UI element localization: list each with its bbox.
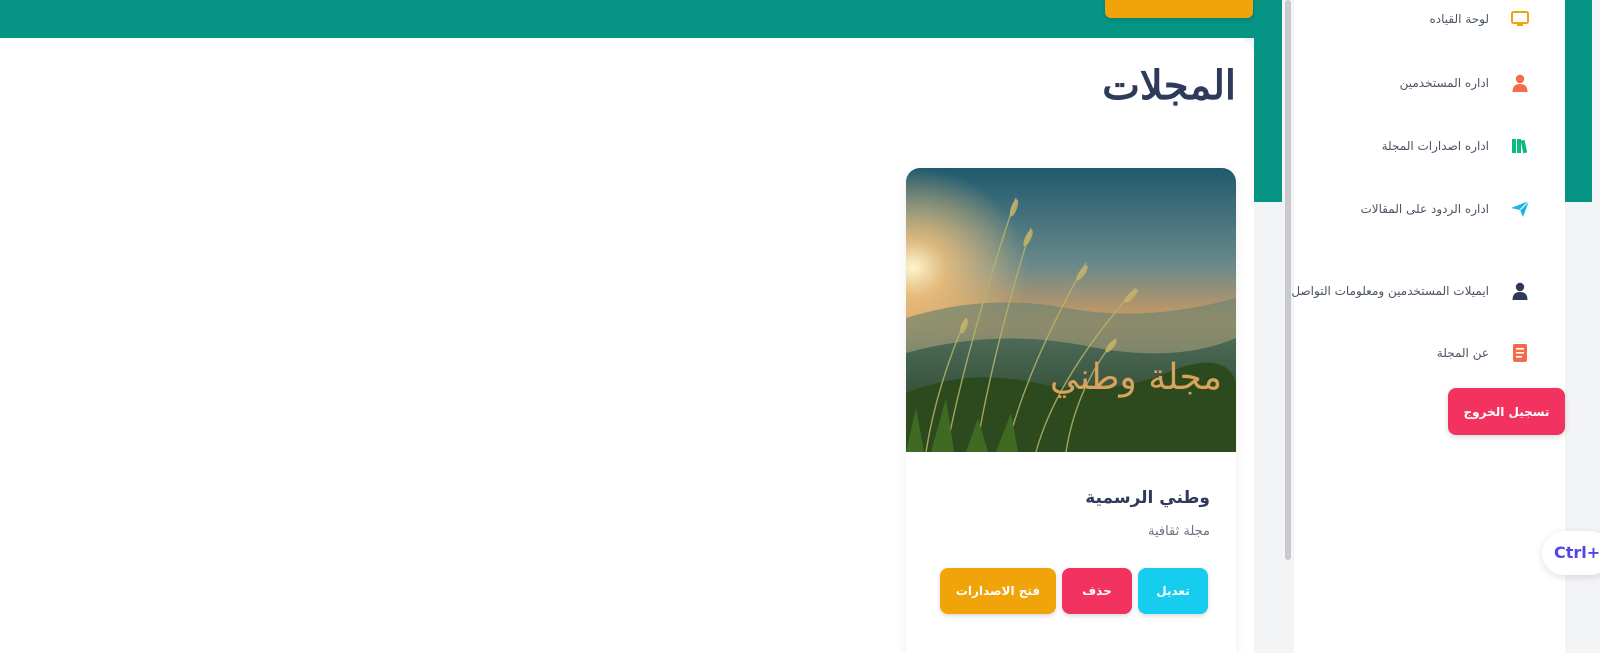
monitor-icon: [1510, 9, 1530, 29]
edge-strip: [1565, 0, 1592, 202]
card-title: وطني الرسمية: [1085, 488, 1210, 508]
open-issues-button[interactable]: فتح الاصدارات: [940, 568, 1056, 614]
shortcut-hint[interactable]: Ctrl+: [1542, 531, 1600, 575]
person-icon: [1510, 281, 1530, 301]
sidebar: لوحة القياده اداره المستخدمين اداره اصدا…: [1291, 0, 1565, 653]
sidebar-item-label: اداره اصدارات المجلة: [1381, 139, 1489, 153]
sidebar-item-contacts[interactable]: ايميلات المستخدمين ومعلومات التواصل: [1291, 280, 1565, 302]
sidebar-item-dashboard[interactable]: لوحة القياده: [1294, 8, 1565, 30]
books-icon: [1510, 136, 1530, 156]
shortcut-hint-label: Ctrl+: [1554, 543, 1600, 562]
sidebar-item-users[interactable]: اداره المستخدمين: [1294, 72, 1565, 94]
magazine-card: مجلة وطني وطني الرسمية مجلة ثقافية فتح ا…: [906, 168, 1236, 653]
document-icon: [1510, 343, 1530, 363]
header-bar: [0, 0, 1282, 38]
page-title: المجلات: [1102, 62, 1236, 109]
scrollbar-thumb[interactable]: [1285, 0, 1291, 560]
sidebar-item-about[interactable]: عن المجلة: [1294, 342, 1565, 364]
sidebar-item-label: لوحة القياده: [1429, 12, 1490, 26]
magazine-cover-image: مجلة وطني: [906, 168, 1236, 452]
delete-button[interactable]: حذف: [1062, 568, 1132, 614]
sidebar-item-replies[interactable]: اداره الردود على المقالات: [1294, 198, 1565, 220]
top-action-button[interactable]: [1105, 0, 1253, 18]
sidebar-item-label: عن المجلة: [1436, 346, 1489, 360]
paper-plane-icon: [1510, 199, 1530, 219]
sidebar-item-label: اداره الردود على المقالات: [1360, 202, 1489, 216]
sidebar-item-label: اداره المستخدمين: [1399, 76, 1489, 90]
sidebar-item-label: ايميلات المستخدمين ومعلومات التواصل: [1291, 284, 1489, 298]
main-panel: المجلات مجلة وطني وطني الرسمية مجلة ثقاف…: [0, 38, 1254, 653]
scrollbar[interactable]: [1282, 0, 1294, 653]
edit-button[interactable]: تعديل: [1138, 568, 1208, 614]
logout-button[interactable]: تسجيل الخروج: [1448, 388, 1565, 435]
header-strip: [1254, 0, 1282, 202]
card-actions: فتح الاصدارات حذف تعديل: [940, 568, 1208, 614]
card-subtitle: مجلة ثقافية: [1147, 524, 1210, 539]
user-icon: [1510, 73, 1530, 93]
cover-calligraphy: مجلة وطني: [1049, 357, 1222, 398]
sidebar-item-issues[interactable]: اداره اصدارات المجلة: [1294, 135, 1565, 157]
